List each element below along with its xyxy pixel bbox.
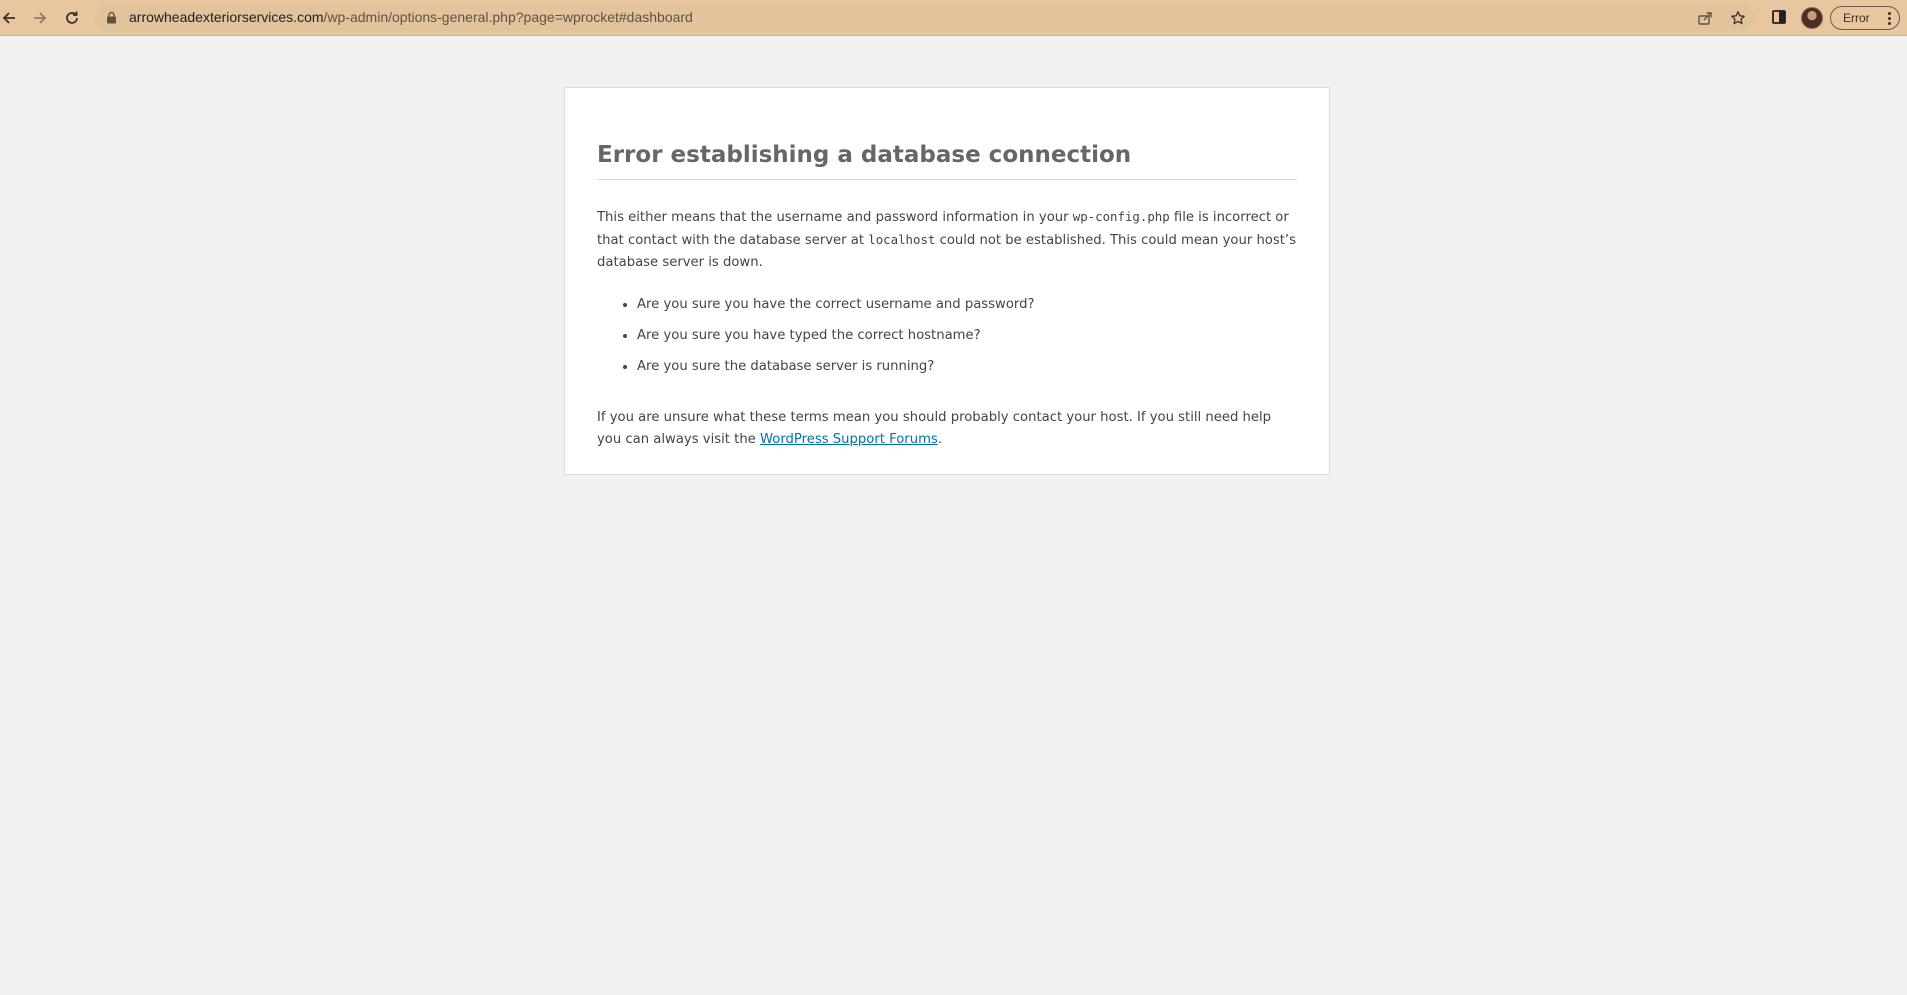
help-suffix: . [937,432,942,447]
troubleshooting-list: Are you sure you have the correct userna… [597,294,1297,378]
error-chip-label: Error [1843,11,1870,25]
error-page: Error establishing a database connection… [564,87,1330,475]
intro-text-1: This either means that the username and … [597,210,1073,225]
kebab-menu-icon[interactable] [1888,12,1891,27]
reload-icon[interactable] [59,5,85,31]
profile-avatar[interactable] [1801,7,1823,29]
help-paragraph: If you are unsure what these terms mean … [597,407,1297,451]
star-icon[interactable] [1729,9,1747,27]
error-title: Error establishing a database connection [597,140,1297,180]
profile-error-chip[interactable]: Error [1830,6,1900,30]
url-path: /wp-admin/options-general.php?page=wproc… [323,9,693,25]
lock-icon[interactable] [106,11,117,29]
browser-toolbar: arrowheadexteriorservices.com/wp-admin/o… [0,0,1907,36]
address-bar[interactable]: arrowheadexteriorservices.com/wp-admin/o… [95,4,1755,31]
share-icon[interactable] [1696,9,1714,27]
support-forums-link[interactable]: WordPress Support Forums [760,432,938,447]
side-panel-icon[interactable] [1771,8,1787,31]
list-item: Are you sure the database server is runn… [637,356,1297,378]
url-text[interactable]: arrowheadexteriorservices.com/wp-admin/o… [129,9,693,26]
url-host: arrowheadexteriorservices.com [129,9,324,25]
config-filename: wp-config.php [1072,209,1170,224]
error-description: This either means that the username and … [597,206,1297,274]
list-item: Are you sure you have typed the correct … [637,325,1297,347]
db-hostname: localhost [868,232,936,247]
forward-arrow-icon[interactable] [27,5,53,31]
list-item: Are you sure you have the correct userna… [637,294,1297,316]
back-arrow-icon[interactable] [0,5,22,31]
